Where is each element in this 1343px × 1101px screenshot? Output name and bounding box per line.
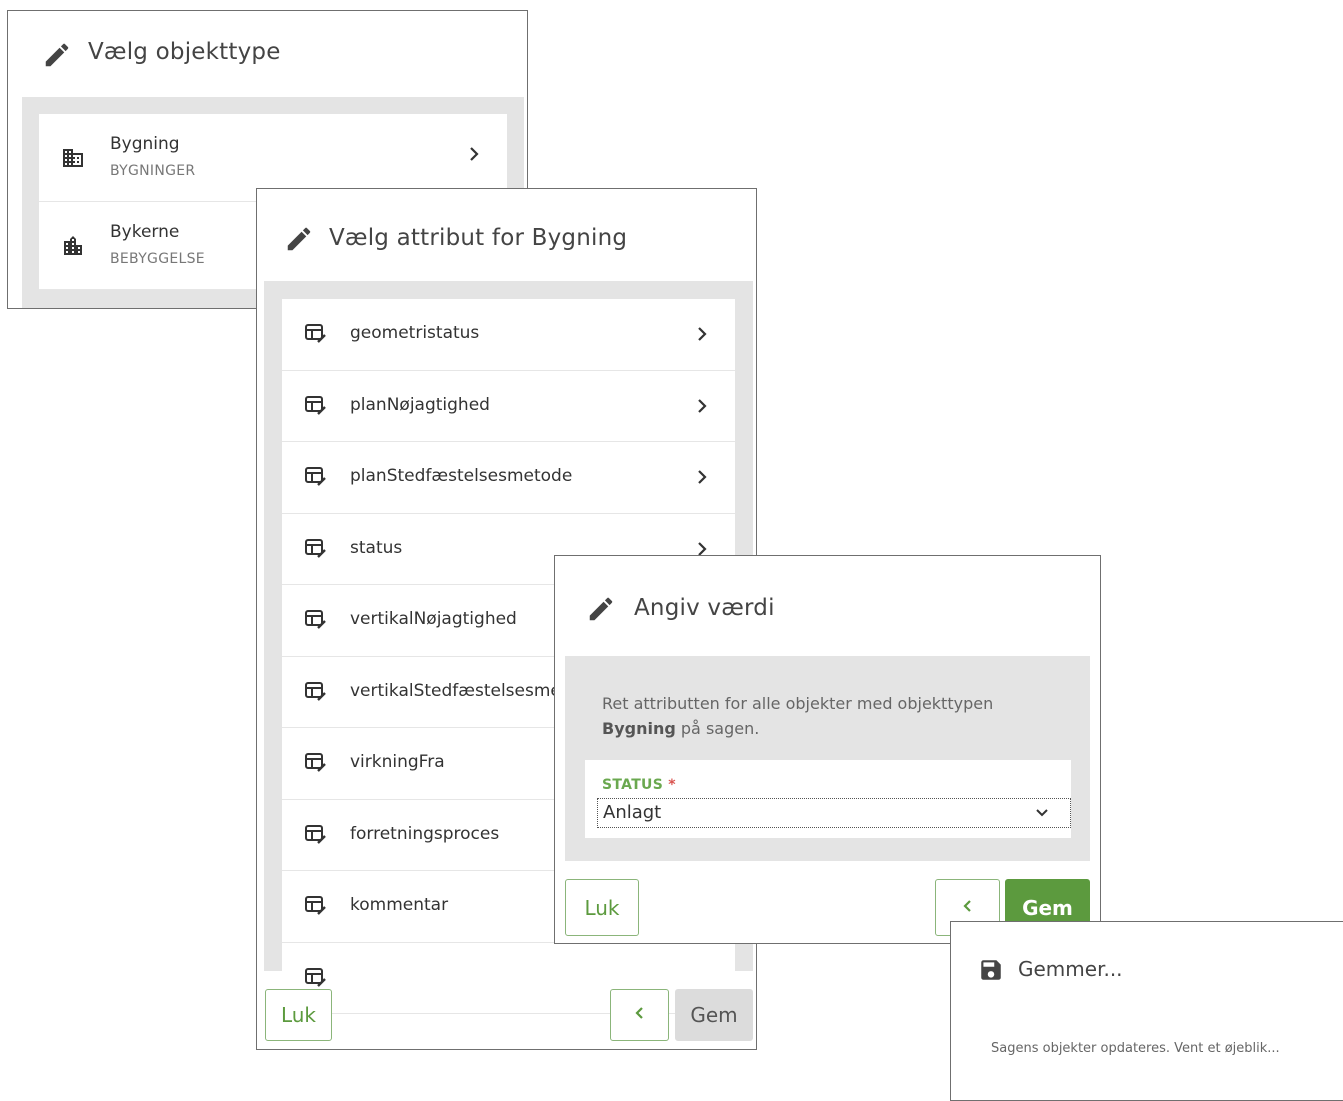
saving-title: Gemmer... [1018,957,1123,981]
table-edit-icon [304,752,328,774]
value-dialog: Angiv værdi Ret attributten for alle obj… [554,555,1101,944]
attribute-title: Vælg attribut for Bygning [329,225,628,251]
object-name: Bygning [110,134,180,154]
city-icon [61,234,85,258]
table-edit-icon [304,681,328,703]
value-description: Ret attributten for alle objekter med ob… [602,691,1062,741]
close-button[interactable]: Luk [565,879,639,936]
pencil-icon [586,594,616,628]
attribute-header: Vælg attribut for Bygning [257,189,756,281]
table-edit-icon [304,538,328,560]
attribute-name: planNøjagtighed [350,394,490,415]
chevron-right-icon [695,396,709,421]
chevron-right-icon [695,467,709,492]
chevron-left-icon [962,896,974,920]
required-mark: * [668,777,676,793]
table-edit-icon [304,895,328,917]
attribute-item[interactable]: planNøjagtighed [282,370,735,442]
table-edit-icon [304,466,328,488]
object-type-title: Vælg objekttype [88,39,281,65]
chevron-down-icon [1034,805,1050,824]
chevron-right-icon [467,144,481,169]
building-icon [61,146,85,170]
save-button[interactable]: Gem [675,989,753,1041]
field-label-text: STATUS [602,777,664,793]
object-name: Bykerne [110,222,180,242]
description-suffix: på sagen. [680,719,760,738]
table-edit-icon [304,824,328,846]
attribute-name: kommentar [350,895,449,915]
chevron-left-icon [634,1003,646,1027]
field-label: STATUS * [602,777,676,793]
value-title: Angiv værdi [634,595,775,621]
object-category: BEBYGGELSE [110,251,205,267]
table-edit-icon [304,323,328,345]
pencil-icon [284,224,314,258]
attribute-name: geometristatus [350,323,480,343]
close-button[interactable]: Luk [265,989,332,1041]
attribute-name: status [350,537,403,558]
description-object-type: Bygning [602,719,676,738]
attribute-item[interactable]: planStedfæstelsesmetode [282,442,735,514]
attribute-name: forretningsproces [350,823,500,844]
attribute-name: virkningFra [350,752,445,772]
table-edit-icon [304,395,328,417]
save-icon [978,957,1004,987]
attribute-name: planStedfæstelsesmetode [350,466,573,486]
saving-dialog: Gemmer... Sagens objekter opdateres. Ven… [950,921,1343,1101]
table-edit-icon [304,967,328,989]
saving-message: Sagens objekter opdateres. Vent et øjebl… [991,1041,1280,1056]
object-category: BYGNINGER [110,163,196,179]
status-select-value: Anlagt [603,802,662,823]
attribute-name: vertikalNøjagtighed [350,609,517,629]
status-field: STATUS * Anlagt [585,760,1071,838]
status-select[interactable]: Anlagt [597,798,1071,828]
value-header: Angiv værdi [555,556,1100,656]
back-button[interactable] [610,989,669,1041]
description-prefix: Ret attributten for alle objekter med ob… [602,694,994,713]
attribute-item[interactable]: geometristatus [282,299,735,371]
chevron-right-icon [695,324,709,349]
object-type-header: Vælg objekttype [8,11,527,97]
value-form-area: Ret attributten for alle objekter med ob… [565,656,1090,861]
table-edit-icon [304,609,328,631]
pencil-icon [42,40,72,74]
